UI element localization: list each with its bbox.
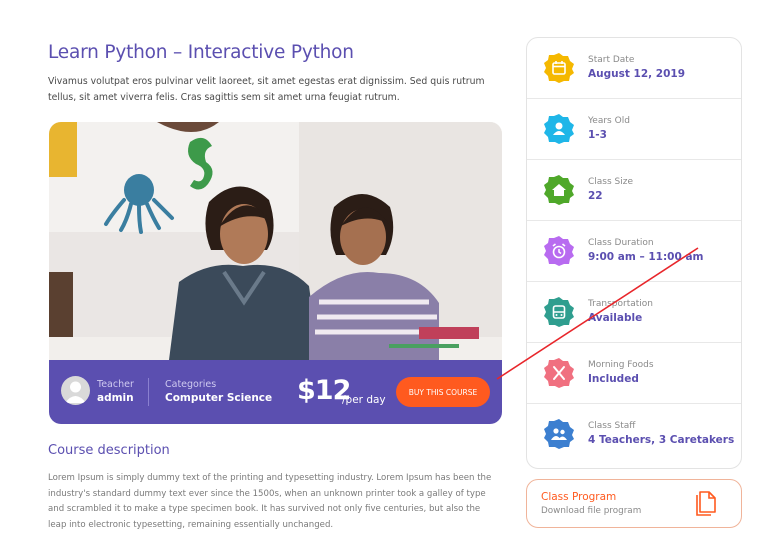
course-description-text: Lorem Ipsum is simply dummy text of the … xyxy=(48,473,492,530)
detail-value: August 12, 2019 xyxy=(588,68,685,80)
detail-value: Available xyxy=(588,312,643,324)
detail-label: Class Staff xyxy=(588,421,636,431)
detail-years-old: Years Old 1-3 xyxy=(527,99,741,160)
detail-morning-foods: Morning Foods Included xyxy=(527,343,741,404)
user-icon xyxy=(543,113,575,145)
alarm-clock-icon xyxy=(543,235,575,267)
course-intro: Vivamus volutpat eros pulvinar velit lao… xyxy=(48,76,485,103)
info-divider xyxy=(148,378,149,406)
class-program-download[interactable]: Class Program Download file program xyxy=(526,479,742,528)
detail-label: Start Date xyxy=(588,55,635,65)
detail-value: Included xyxy=(588,373,639,385)
detail-value: 4 Teachers, 3 Caretakers xyxy=(588,434,735,446)
teacher-label: Teacher xyxy=(97,379,134,390)
detail-class-size: Class Size 22 xyxy=(527,160,741,221)
detail-label: Transportation xyxy=(588,299,653,309)
detail-transportation: Transportation Available xyxy=(527,282,741,343)
course-image xyxy=(49,122,502,360)
detail-value: 22 xyxy=(588,190,603,202)
detail-label: Class Duration xyxy=(588,238,654,248)
staff-icon xyxy=(543,418,575,450)
teacher-name[interactable]: admin xyxy=(97,392,134,404)
detail-label: Years Old xyxy=(588,116,630,126)
calendar-icon xyxy=(543,52,575,84)
utensils-icon xyxy=(543,357,575,389)
home-icon xyxy=(543,174,575,206)
detail-class-duration: Class Duration 9:00 am – 11:00 am xyxy=(527,221,741,282)
detail-value: 9:00 am – 11:00 am xyxy=(588,251,704,263)
category-link[interactable]: Computer Science xyxy=(165,392,272,404)
detail-start-date: Start Date August 12, 2019 xyxy=(527,38,741,99)
categories-label: Categories xyxy=(165,379,217,390)
course-info-bar: Teacher admin Categories Computer Scienc… xyxy=(49,360,502,424)
detail-label: Morning Foods xyxy=(588,360,654,370)
detail-class-staff: Class Staff 4 Teachers, 3 Caretakers xyxy=(527,404,741,465)
course-details-card: Start Date August 12, 2019 Years Old 1-3… xyxy=(526,37,742,469)
detail-value: 1-3 xyxy=(588,129,607,141)
document-icon xyxy=(695,490,717,516)
course-description-title: Course description xyxy=(48,443,170,458)
price-period: /per day xyxy=(342,394,386,406)
bus-icon xyxy=(543,296,575,328)
teacher-avatar[interactable] xyxy=(61,376,90,405)
detail-label: Class Size xyxy=(588,177,634,187)
course-title: Learn Python – Interactive Python xyxy=(48,42,354,63)
program-subtitle: Download file program xyxy=(541,506,642,516)
buy-course-button[interactable]: BUY THIS COURSE xyxy=(396,377,490,407)
program-title: Class Program xyxy=(541,491,617,503)
